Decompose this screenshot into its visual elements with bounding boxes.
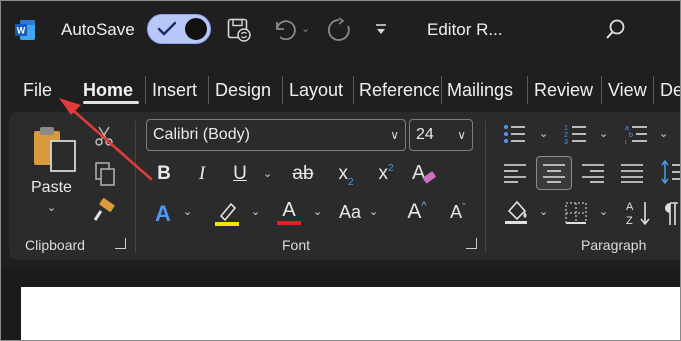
annotation-arrow: [59, 98, 153, 181]
word-window: W AutoSave ⌄ Editor R... File Home Inser…: [0, 0, 681, 341]
